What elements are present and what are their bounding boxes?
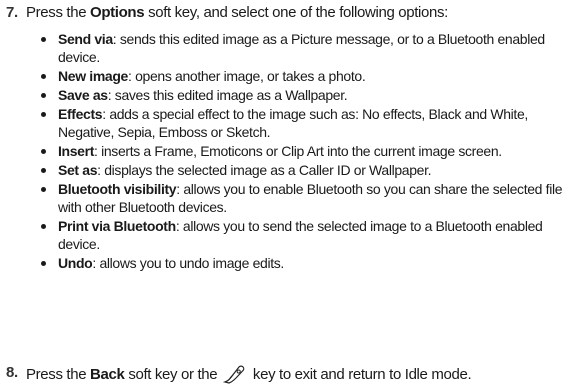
manual-page: 7. Press the Options soft key, and selec… [0, 0, 585, 387]
end-key-icon [222, 364, 247, 384]
list-item-print-via-bluetooth: Print via Bluetooth: allows you to send … [0, 217, 578, 253]
option-description: : opens another image, or takes a photo. [128, 68, 366, 84]
step-text: Press the Options soft key, and select o… [26, 4, 448, 22]
step-text-after: key to exit and return to Idle mode. [249, 366, 472, 383]
option-description: : sends this edited image as a Picture m… [58, 31, 545, 65]
option-description: : adds a special effect to the image suc… [58, 106, 528, 140]
option-term: Insert [58, 143, 95, 159]
bullet [41, 37, 46, 42]
list-item-set-as: Set as: displays the selected image as a… [0, 161, 578, 179]
bullet [41, 187, 46, 192]
step-text-after: soft key, and select one of the followin… [144, 4, 448, 21]
back-key-label: Back [90, 366, 125, 383]
list-item-effects: Effects: adds a special effect to the im… [0, 105, 578, 141]
option-term: New image [58, 68, 128, 84]
option-description: : saves this edited image as a Wallpaper… [107, 87, 348, 103]
option-term: Set as [58, 162, 98, 178]
list-item-undo: Undo: allows you to undo image edits. [0, 254, 578, 272]
option-description: : displays the selected image as a Calle… [97, 162, 432, 178]
options-key-label: Options [90, 4, 145, 21]
option-description: : inserts a Frame, Emoticons or Clip Art… [94, 143, 502, 159]
step-text: Press the Back soft key or the key to ex… [26, 364, 472, 384]
list-item-save-as: Save as: saves this edited image as a Wa… [0, 86, 578, 104]
bullet [41, 261, 46, 266]
list-item-insert: Insert: inserts a Frame, Emoticons or Cl… [0, 142, 578, 160]
options-list: Send via: sends this edited image as a P… [0, 30, 585, 273]
bullet [41, 168, 46, 173]
step-text-before: Press the [26, 366, 91, 383]
option-term: Save as [58, 87, 108, 103]
option-term: Bluetooth visibility [58, 181, 177, 197]
option-term: Undo [58, 255, 93, 271]
list-item-bluetooth-visibility: Bluetooth visibility: allows you to enab… [0, 180, 578, 216]
step-number: 8. [6, 364, 18, 381]
list-item-new-image: New image: opens another image, or takes… [0, 67, 578, 85]
step-number: 7. [6, 4, 18, 21]
bullet [41, 224, 46, 229]
option-description: : allows you to undo image edits. [92, 255, 284, 271]
step-text-middle: soft key or the [124, 366, 222, 383]
step-text-before: Press the [26, 4, 91, 21]
bullet [41, 112, 46, 117]
bullet [41, 74, 46, 79]
option-term: Effects [58, 106, 103, 122]
list-item-send-via: Send via: sends this edited image as a P… [0, 30, 578, 66]
bullet [41, 149, 46, 154]
bullet [41, 93, 46, 98]
option-term: Print via Bluetooth [58, 218, 176, 234]
option-term: Send via [58, 31, 113, 47]
